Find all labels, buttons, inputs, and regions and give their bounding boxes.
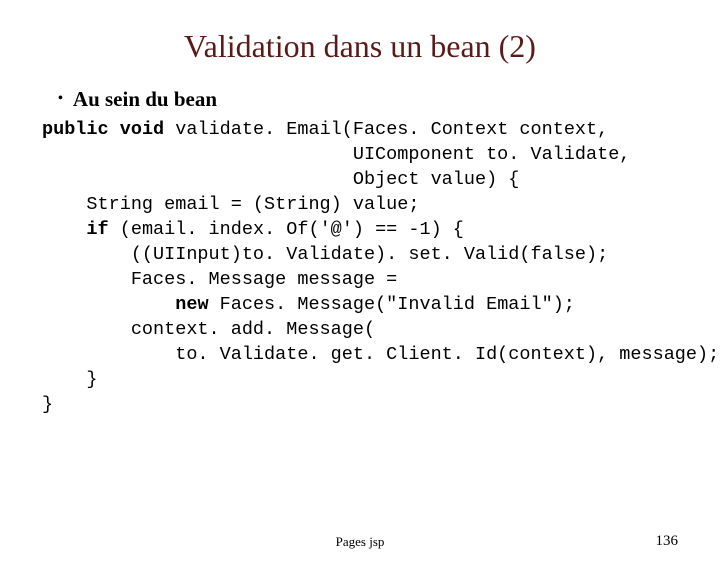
- keyword-if: if: [86, 219, 108, 240]
- slide-title: Validation dans un bean (2): [0, 28, 720, 65]
- code-line-7: Faces. Message message =: [42, 269, 397, 290]
- code-line-3: Object value) {: [42, 169, 519, 190]
- code-line-10: to. Validate. get. Client. Id(context), …: [42, 344, 719, 365]
- bullet-text: Au sein du bean: [73, 87, 217, 111]
- code-line-8: Faces. Message("Invalid Email");: [209, 294, 575, 315]
- keyword-new: new: [175, 294, 208, 315]
- slide: Validation dans un bean (2) • Au sein du …: [0, 28, 720, 568]
- code-block: public void validate. Email(Faces. Conte…: [42, 118, 720, 418]
- code-line-4: String email = (String) value;: [42, 194, 419, 215]
- code-line-5: (email. index. Of('@') == -1) {: [109, 219, 464, 240]
- code-line-1: validate. Email(Faces. Context context,: [164, 119, 608, 140]
- code-line-11: }: [42, 369, 98, 390]
- code-line-6: ((UIInput)to. Validate). set. Valid(fals…: [42, 244, 608, 265]
- keyword-void: void: [120, 119, 164, 140]
- code-line-9: context. add. Message(: [42, 319, 375, 340]
- bullet-item: • Au sein du bean: [58, 87, 720, 112]
- footer-center: Pages jsp: [0, 534, 720, 550]
- bullet-icon: •: [58, 91, 63, 107]
- keyword-public: public: [42, 119, 109, 140]
- code-line-12: }: [42, 394, 53, 415]
- code-line-2: UIComponent to. Validate,: [42, 144, 630, 165]
- page-number: 136: [656, 533, 679, 550]
